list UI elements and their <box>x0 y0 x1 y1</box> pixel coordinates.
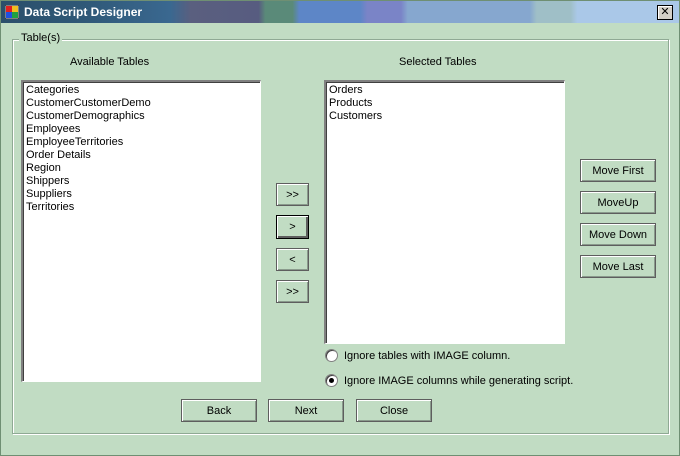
available-list-item[interactable]: Region <box>25 162 258 175</box>
app-icon <box>5 5 19 19</box>
available-list-item[interactable]: Order Details <box>25 149 258 162</box>
available-list-item[interactable]: Categories <box>25 84 258 97</box>
back-button[interactable]: Back <box>181 399 257 422</box>
ignore-columns-radio[interactable] <box>325 374 338 387</box>
close-window-icon[interactable]: ✕ <box>657 5 673 20</box>
available-list-item[interactable]: Territories <box>25 201 258 214</box>
tables-group-label: Table(s) <box>19 32 63 44</box>
available-list-item[interactable]: Shippers <box>25 175 258 188</box>
move-first-button[interactable]: Move First <box>580 159 656 182</box>
available-list-item[interactable]: EmployeeTerritories <box>25 136 258 149</box>
available-list-item[interactable]: CustomerCustomerDemo <box>25 97 258 110</box>
add-all-button[interactable]: >> <box>276 183 309 206</box>
dialog-window: Data Script Designer ✕ Table(s) Availabl… <box>0 0 680 456</box>
selected-list-item[interactable]: Orders <box>328 84 562 97</box>
ignore-columns-option[interactable]: Ignore IMAGE columns while generating sc… <box>325 374 573 387</box>
available-list-item[interactable]: Employees <box>25 123 258 136</box>
selected-tables-list[interactable]: Orders Products Customers <box>324 80 565 344</box>
available-tables-label: Available Tables <box>70 56 150 68</box>
remove-button[interactable]: < <box>276 248 309 271</box>
title-bar[interactable]: Data Script Designer ✕ <box>1 1 679 23</box>
move-down-button[interactable]: Move Down <box>580 223 656 246</box>
selected-list-item[interactable]: Customers <box>328 110 562 123</box>
window-title: Data Script Designer <box>24 5 143 19</box>
ignore-tables-label: Ignore tables with IMAGE column. <box>344 349 511 362</box>
move-up-button[interactable]: MoveUp <box>580 191 656 214</box>
selected-tables-label: Selected Tables <box>399 56 477 68</box>
move-last-button[interactable]: Move Last <box>580 255 656 278</box>
available-list-item[interactable]: CustomerDemographics <box>25 110 258 123</box>
ignore-tables-radio[interactable] <box>325 349 338 362</box>
available-tables-list[interactable]: Categories CustomerCustomerDemo CustomerDe… <box>21 80 261 382</box>
available-list-item[interactable]: Suppliers <box>25 188 258 201</box>
ignore-tables-option[interactable]: Ignore tables with IMAGE column. <box>325 349 510 362</box>
ignore-columns-label: Ignore IMAGE columns while generating sc… <box>344 374 574 387</box>
add-button[interactable]: > <box>276 215 309 239</box>
remove-all-button[interactable]: >> <box>276 280 309 303</box>
close-button[interactable]: Close <box>356 399 432 422</box>
next-button[interactable]: Next <box>268 399 344 422</box>
selected-list-item[interactable]: Products <box>328 97 562 110</box>
